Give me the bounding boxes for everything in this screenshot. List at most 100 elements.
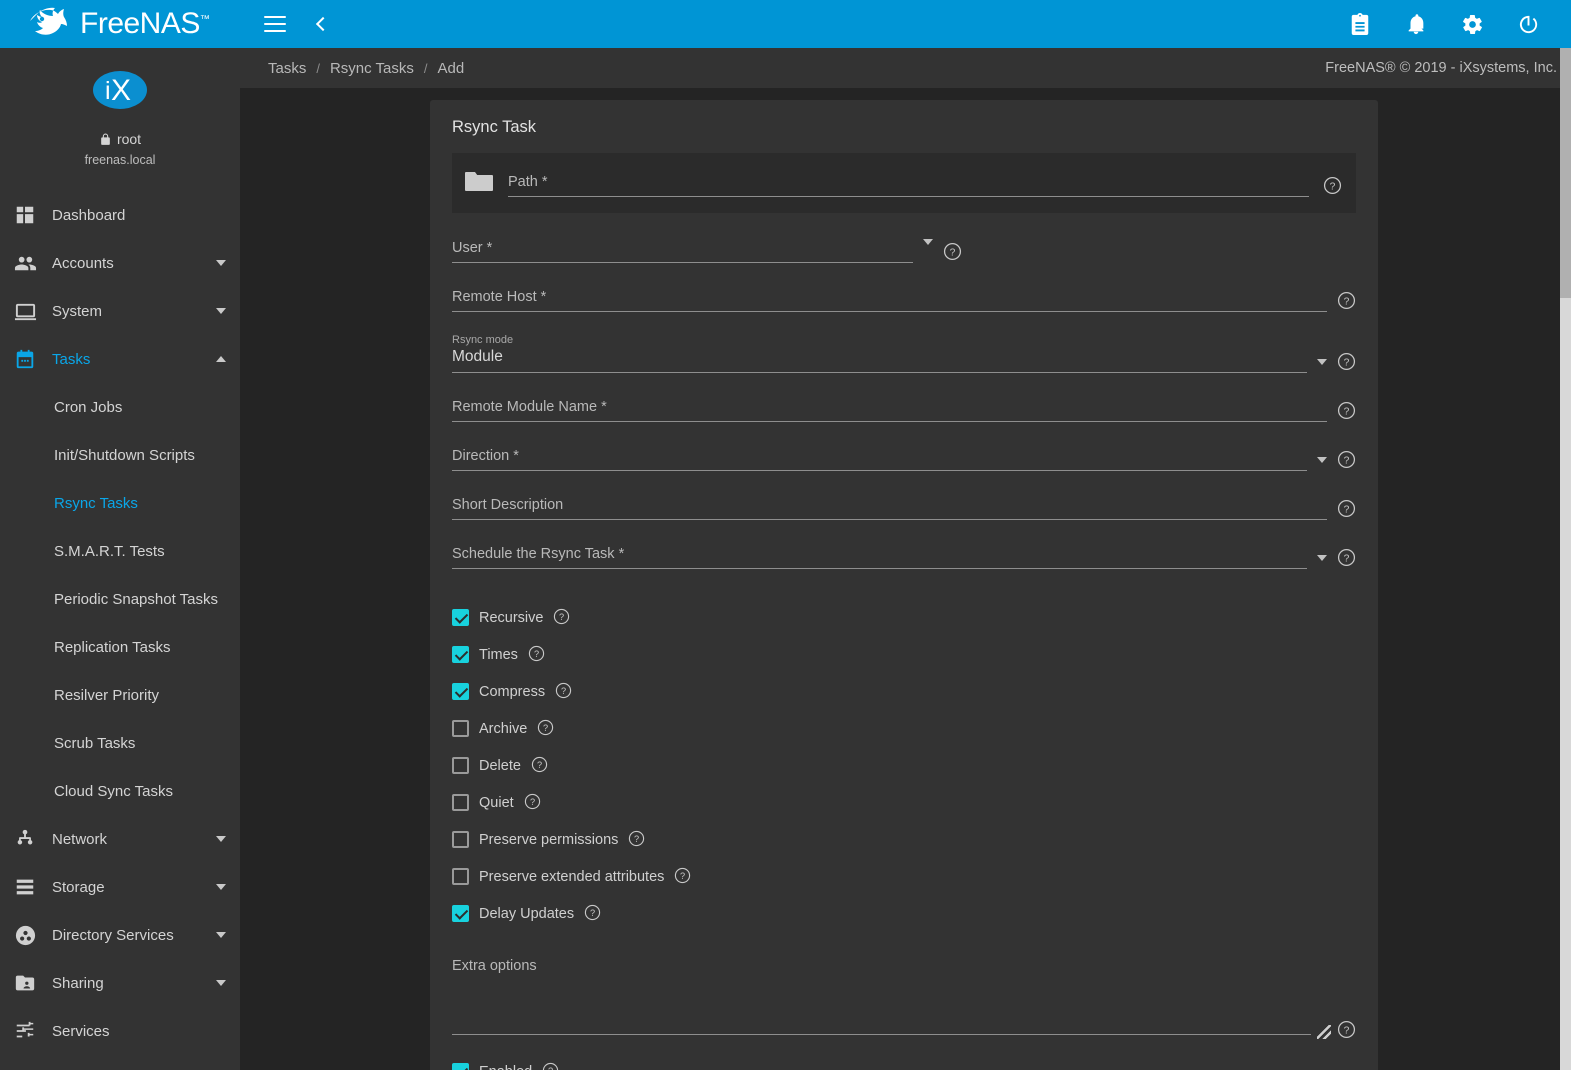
delete-checkbox[interactable] — [452, 757, 469, 774]
compress-checkbox[interactable] — [452, 683, 469, 700]
chevron-down-icon[interactable] — [216, 932, 226, 938]
sidebar-item-smart-tests[interactable]: S.M.A.R.T. Tests — [0, 527, 240, 575]
dropdown-arrow-icon[interactable] — [1317, 555, 1327, 561]
sidebar-item-periodic-snapshot-tasks[interactable]: Periodic Snapshot Tasks — [0, 575, 240, 623]
chevron-up-icon[interactable] — [216, 356, 226, 362]
sidebar-item-services[interactable]: Services — [0, 1007, 240, 1055]
help-circle-icon[interactable]: ? — [553, 608, 572, 627]
user-field[interactable]: User * — [452, 240, 913, 263]
times-checkbox[interactable] — [452, 646, 469, 663]
sidebar-item-sharing[interactable]: Sharing — [0, 959, 240, 1007]
help-circle-icon[interactable]: ? — [1337, 499, 1356, 518]
help-circle-icon[interactable]: ? — [531, 756, 550, 775]
remote-host-field[interactable]: Remote Host * — [452, 289, 1327, 312]
sidebar-item-resilver-priority[interactable]: Resilver Priority — [0, 671, 240, 719]
svg-text:?: ? — [1344, 1025, 1350, 1036]
help-circle-icon[interactable]: ? — [528, 645, 547, 664]
help-circle-icon[interactable]: ? — [1323, 176, 1342, 195]
help-circle-icon[interactable]: ? — [1337, 291, 1356, 310]
dropdown-arrow-icon[interactable] — [923, 239, 933, 245]
help-circle-icon[interactable]: ? — [584, 904, 603, 923]
schedule-label: Schedule the Rsync Task * — [452, 546, 1307, 568]
short-description-field[interactable]: Short Description — [452, 497, 1327, 520]
dropdown-arrow-icon[interactable] — [1317, 359, 1327, 365]
resize-grip-icon[interactable] — [1317, 1025, 1331, 1039]
schedule-field[interactable]: Schedule the Rsync Task * — [452, 546, 1307, 569]
help-circle-icon[interactable]: ? — [555, 682, 574, 701]
lock-icon — [99, 133, 112, 146]
scrollbar-thumb[interactable] — [1560, 48, 1571, 298]
checkbox-row-preserve-permissions[interactable]: Preserve permissions ? — [452, 821, 1356, 858]
delay-updates-checkbox[interactable] — [452, 905, 469, 922]
sidebar-item-accounts[interactable]: Accounts — [0, 239, 240, 287]
help-circle-icon[interactable]: ? — [1337, 401, 1356, 420]
settings-button[interactable] — [1457, 9, 1487, 39]
sidebar-item-scrub-tasks[interactable]: Scrub Tasks — [0, 719, 240, 767]
sidebar-item-storage[interactable]: Storage — [0, 863, 240, 911]
extra-options-textarea[interactable] — [452, 974, 1356, 1020]
archive-checkbox[interactable] — [452, 720, 469, 737]
preserve-extended-attributes-checkbox[interactable] — [452, 868, 469, 885]
recursive-checkbox[interactable] — [452, 609, 469, 626]
sidebar-item-network[interactable]: Network — [0, 815, 240, 863]
sidebar-item-directory-services[interactable]: Directory Services — [0, 911, 240, 959]
chevron-down-icon[interactable] — [216, 980, 226, 986]
checkbox-row-preserve-extended-attributes[interactable]: Preserve extended attributes ? — [452, 858, 1356, 895]
sidebar-item-rsync-tasks[interactable]: Rsync Tasks — [0, 479, 240, 527]
help-circle-icon[interactable]: ? — [628, 830, 647, 849]
remote-module-name-field[interactable]: Remote Module Name * — [452, 399, 1327, 422]
preserve-permissions-checkbox[interactable] — [452, 831, 469, 848]
sidebar-item-cron-jobs[interactable]: Cron Jobs — [0, 383, 240, 431]
help-circle-icon[interactable]: ? — [1337, 352, 1356, 371]
help-circle-icon[interactable]: ? — [1337, 450, 1356, 469]
help-circle-icon[interactable]: ? — [537, 719, 556, 738]
sidebar-item-cloud-sync-tasks[interactable]: Cloud Sync Tasks — [0, 767, 240, 815]
help-circle-icon[interactable]: ? — [524, 793, 543, 812]
folder-icon[interactable] — [464, 169, 494, 193]
power-button[interactable] — [1513, 9, 1543, 39]
direction-field-row: Direction * ? — [452, 448, 1356, 471]
path-field[interactable]: Path * — [508, 174, 1309, 197]
help-circle-icon[interactable]: ? — [1337, 548, 1356, 567]
checkbox-row-enabled[interactable]: Enabled ? — [452, 1053, 1356, 1070]
enabled-checkbox[interactable] — [452, 1063, 469, 1070]
breadcrumb-item-tasks[interactable]: Tasks — [268, 60, 306, 77]
breadcrumb-item-add[interactable]: Add — [438, 60, 465, 77]
checkbox-row-recursive[interactable]: Recursive ? — [452, 599, 1356, 636]
chevron-down-icon[interactable] — [216, 260, 226, 266]
trademark-symbol: ™ — [200, 14, 210, 25]
checkbox-row-archive[interactable]: Archive ? — [452, 710, 1356, 747]
sharing-folder-icon — [12, 970, 38, 996]
direction-field[interactable]: Direction * — [452, 448, 1307, 471]
chevron-down-icon[interactable] — [216, 836, 226, 842]
help-circle-icon[interactable]: ? — [542, 1062, 561, 1070]
help-circle-icon[interactable]: ? — [1337, 1020, 1356, 1039]
chevron-down-icon[interactable] — [216, 884, 226, 890]
hostname-label: freenas.local — [0, 153, 240, 167]
checkbox-row-compress[interactable]: Compress ? — [452, 673, 1356, 710]
svg-text:?: ? — [537, 760, 542, 770]
dropdown-arrow-icon[interactable] — [1317, 457, 1327, 463]
hamburger-menu-button[interactable] — [260, 9, 290, 39]
sidebar-item-replication-tasks[interactable]: Replication Tasks — [0, 623, 240, 671]
svg-text:?: ? — [1344, 406, 1350, 417]
quiet-checkbox[interactable] — [452, 794, 469, 811]
sidebar-item-system[interactable]: System — [0, 287, 240, 335]
checkbox-row-delay-updates[interactable]: Delay Updates ? — [452, 895, 1356, 932]
sidebar-item-init-shutdown-scripts[interactable]: Init/Shutdown Scripts — [0, 431, 240, 479]
jobs-button[interactable] — [1345, 9, 1375, 39]
notifications-button[interactable] — [1401, 9, 1431, 39]
help-circle-icon[interactable]: ? — [943, 242, 962, 261]
chevron-down-icon[interactable] — [216, 308, 226, 314]
rsync-mode-field[interactable]: Rsync mode Module — [452, 334, 1307, 373]
checkbox-row-times[interactable]: Times ? — [452, 636, 1356, 673]
checkbox-row-quiet[interactable]: Quiet ? — [452, 784, 1356, 821]
sidebar-item-tasks[interactable]: Tasks — [0, 335, 240, 383]
help-circle-icon[interactable]: ? — [674, 867, 693, 886]
breadcrumb-item-rsync-tasks[interactable]: Rsync Tasks — [330, 60, 414, 77]
sidebar-item-dashboard[interactable]: Dashboard — [0, 191, 240, 239]
brand-logo-area[interactable]: FreeNAS™ — [0, 0, 240, 48]
vertical-scrollbar[interactable] — [1560, 48, 1571, 1070]
checkbox-row-delete[interactable]: Delete ? — [452, 747, 1356, 784]
collapse-sidebar-button[interactable] — [306, 9, 336, 39]
